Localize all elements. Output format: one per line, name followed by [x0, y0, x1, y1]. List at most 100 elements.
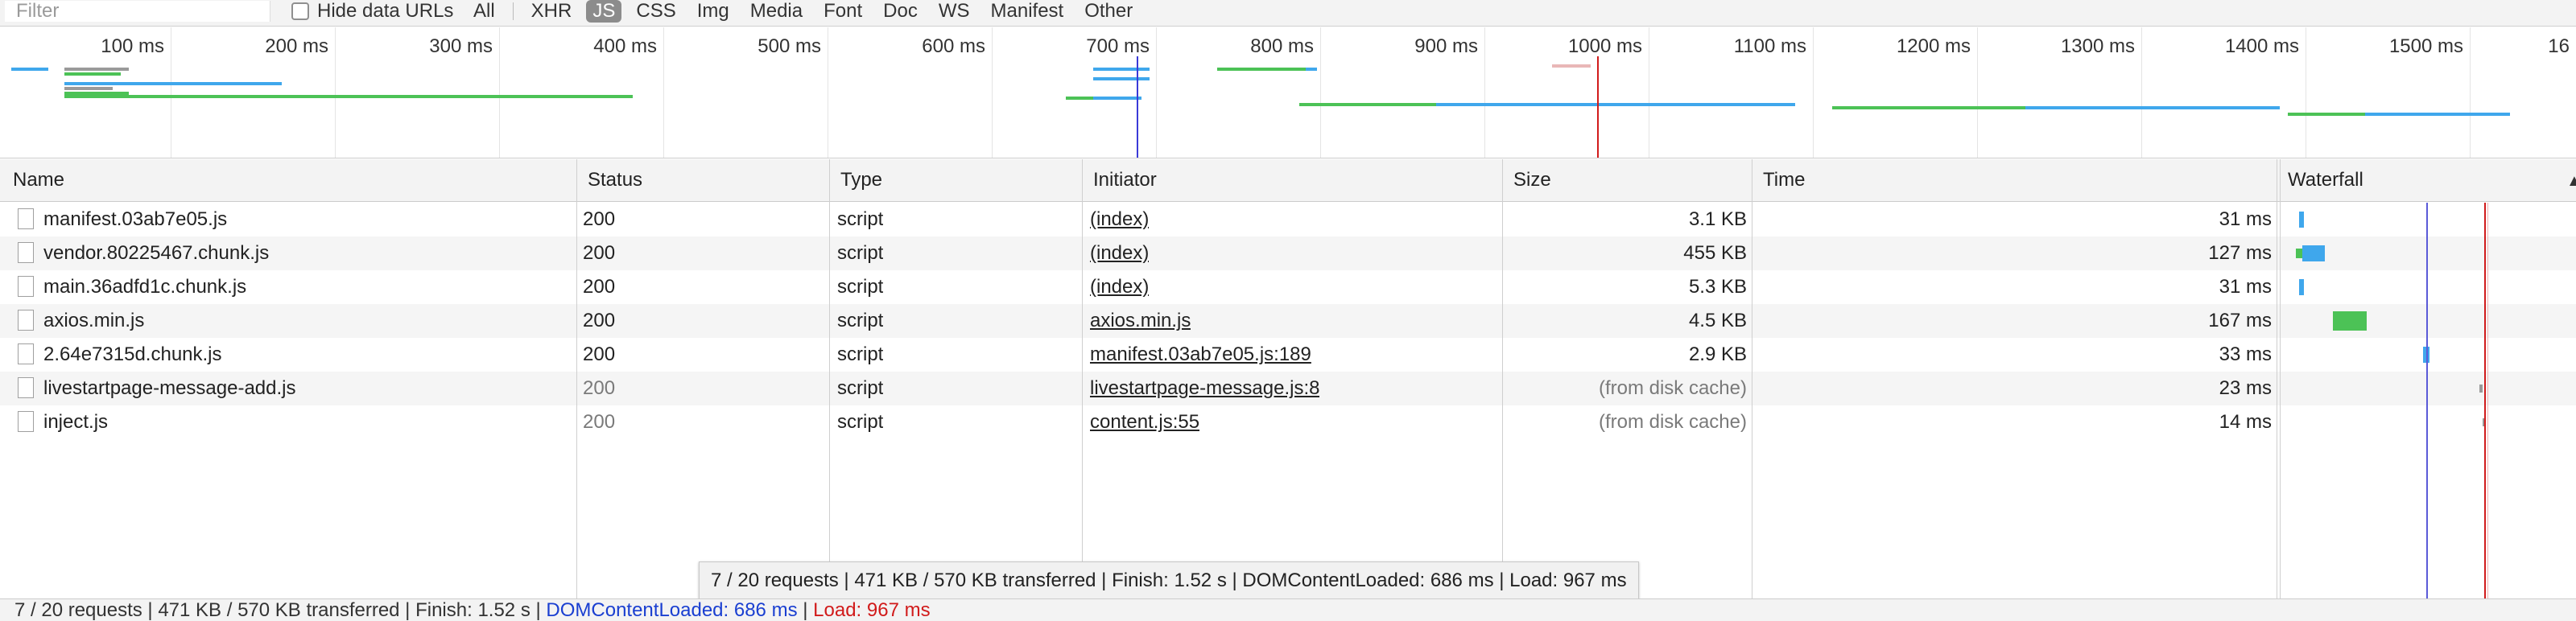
- column-divider[interactable]: [1502, 159, 1503, 598]
- overview-load-marker: [1597, 56, 1599, 158]
- request-size: 3.1 KB: [1688, 208, 1747, 230]
- type-filter-xhr[interactable]: XHR: [525, 0, 579, 23]
- overview-request-bar: [1217, 68, 1306, 71]
- request-status: 200: [583, 377, 616, 399]
- hide-data-urls-toggle[interactable]: Hide data URLs: [291, 0, 453, 22]
- overview-request-bar: [64, 87, 113, 90]
- column-header-type[interactable]: Type: [831, 159, 1084, 201]
- overview-request-bar: [1436, 103, 1795, 106]
- overview-request-bar: [2025, 106, 2280, 109]
- network-overview[interactable]: 100 ms 200 ms 300 ms 400 ms 500 ms 600 m…: [0, 27, 2576, 158]
- request-initiator-link[interactable]: axios.min.js: [1090, 304, 1191, 338]
- column-header-name[interactable]: Name: [3, 159, 578, 201]
- overview-request-bar: [64, 72, 121, 76]
- overview-request-bar: [1832, 106, 2025, 109]
- request-name: axios.min.js: [43, 310, 145, 331]
- overview-request-bar: [11, 68, 48, 71]
- request-size: (from disk cache): [1598, 411, 1747, 433]
- hide-data-urls-checkbox[interactable]: [291, 2, 309, 20]
- waterfall-bar: [2479, 385, 2483, 393]
- request-type: script: [837, 208, 884, 230]
- column-divider[interactable]: [829, 159, 830, 598]
- table-row[interactable]: inject.js 200 script content.js:55 (from…: [0, 405, 2576, 439]
- request-initiator-link[interactable]: (index): [1090, 270, 1149, 304]
- overview-tick-label: 600 ms: [922, 35, 985, 57]
- column-divider[interactable]: [576, 159, 577, 598]
- column-header-time[interactable]: Time: [1753, 159, 2278, 201]
- overview-request-bar: [64, 82, 282, 85]
- column-header-initiator[interactable]: Initiator: [1084, 159, 1504, 201]
- request-time: 167 ms: [2208, 310, 2272, 331]
- table-row[interactable]: 2.64e7315d.chunk.js 200 script manifest.…: [0, 338, 2576, 372]
- overview-request-bar: [1093, 77, 1150, 80]
- type-filter-js[interactable]: JS: [586, 0, 622, 23]
- overview-gridline: [335, 27, 336, 158]
- table-row[interactable]: main.36adfd1c.chunk.js 200 script (index…: [0, 270, 2576, 304]
- overview-request-bar: [64, 68, 129, 71]
- type-filter-media[interactable]: Media: [744, 0, 809, 23]
- domcontentloaded-time: DOMContentLoaded: 686 ms: [546, 599, 798, 621]
- request-time: 127 ms: [2208, 242, 2272, 264]
- table-row[interactable]: vendor.80225467.chunk.js 200 script (ind…: [0, 236, 2576, 270]
- filter-input[interactable]: [5, 1, 270, 22]
- waterfall-bar: [2333, 311, 2367, 331]
- overview-request-bar: [1552, 64, 1591, 68]
- column-header-size[interactable]: Size: [1504, 159, 1753, 201]
- request-time: 31 ms: [2219, 208, 2272, 230]
- waterfall-domcontentloaded-marker: [2426, 203, 2428, 598]
- column-divider[interactable]: [1082, 159, 1083, 598]
- request-size: 4.5 KB: [1688, 310, 1747, 331]
- request-time: 31 ms: [2219, 276, 2272, 298]
- column-header-status[interactable]: Status: [578, 159, 831, 201]
- request-name: inject.js: [43, 411, 109, 433]
- type-filter-manifest[interactable]: Manifest: [985, 0, 1071, 23]
- request-status: 200: [583, 343, 616, 365]
- overview-request-bar: [1306, 68, 1317, 71]
- overview-gridline: [499, 27, 500, 158]
- type-filter-css[interactable]: CSS: [630, 0, 682, 23]
- request-initiator-link[interactable]: (index): [1090, 203, 1149, 236]
- table-row[interactable]: livestartpage-message-add.js 200 script …: [0, 372, 2576, 405]
- request-status: 200: [583, 411, 616, 433]
- file-icon: [18, 276, 34, 297]
- type-filter-all[interactable]: All: [467, 0, 502, 23]
- request-type: script: [837, 310, 884, 331]
- column-header-waterfall[interactable]: Waterfall: [2278, 159, 2576, 201]
- request-initiator-link[interactable]: content.js:55: [1090, 405, 1199, 439]
- request-size: 2.9 KB: [1688, 343, 1747, 365]
- summary-separator: |: [797, 599, 814, 621]
- table-row[interactable]: manifest.03ab7e05.js 200 script (index) …: [0, 203, 2576, 236]
- request-size: 5.3 KB: [1688, 276, 1747, 298]
- overview-request-bar: [64, 95, 633, 98]
- overview-request-bar: [2365, 113, 2510, 116]
- network-summary-bar: 7 / 20 requests | 471 KB / 570 KB transf…: [0, 598, 2576, 621]
- type-filter-ws[interactable]: WS: [932, 0, 976, 23]
- request-initiator-link[interactable]: livestartpage-message.js:8: [1090, 372, 1319, 405]
- request-status: 200: [583, 242, 616, 264]
- waterfall-load-marker-shadow: [2487, 203, 2488, 598]
- waterfall-bar: [2296, 249, 2302, 258]
- summary-text: 7 / 20 requests | 471 KB / 570 KB transf…: [14, 599, 547, 621]
- file-icon: [18, 411, 34, 432]
- request-status: 200: [583, 310, 616, 331]
- request-type: script: [837, 242, 884, 264]
- type-filter-font[interactable]: Font: [817, 0, 869, 23]
- request-type: script: [837, 377, 884, 399]
- type-filter-other[interactable]: Other: [1078, 0, 1139, 23]
- overview-request-bar: [1066, 97, 1093, 100]
- type-filter-img[interactable]: Img: [691, 0, 736, 23]
- overview-request-bar: [1299, 103, 1436, 106]
- overview-tick-label: 400 ms: [593, 35, 657, 57]
- request-type: script: [837, 411, 884, 433]
- overview-tick-label: 1000 ms: [1567, 35, 1642, 57]
- table-header: Name Status Type Initiator Size Time Wat…: [0, 159, 2576, 202]
- request-name: 2.64e7315d.chunk.js: [43, 343, 222, 365]
- request-initiator-link[interactable]: (index): [1090, 236, 1149, 270]
- waterfall-load-marker: [2484, 203, 2486, 598]
- request-name: main.36adfd1c.chunk.js: [43, 276, 247, 298]
- overview-gridline: [1484, 27, 1485, 158]
- type-filter-doc[interactable]: Doc: [877, 0, 924, 23]
- overview-tick-label: 200 ms: [265, 35, 328, 57]
- request-initiator-link[interactable]: manifest.03ab7e05.js:189: [1090, 338, 1311, 372]
- table-row[interactable]: axios.min.js 200 script axios.min.js 4.5…: [0, 304, 2576, 338]
